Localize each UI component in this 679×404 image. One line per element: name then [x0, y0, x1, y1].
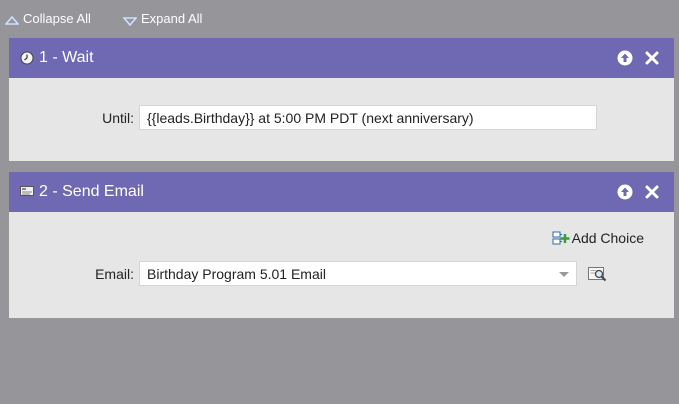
- move-up-icon[interactable]: [617, 50, 633, 66]
- preview-icon[interactable]: [588, 266, 608, 282]
- close-icon[interactable]: [644, 50, 660, 66]
- flow-step-send-email: 2 - Send Email Add Choice Email: Birthda…: [9, 172, 674, 318]
- expand-all-label: Expand All: [141, 11, 203, 26]
- add-choice-button[interactable]: Add Choice: [552, 227, 644, 249]
- until-row: Until: {{leads.Birthday}} at 5:00 PM PDT…: [9, 105, 597, 130]
- expand-all-button[interactable]: Expand All: [122, 11, 203, 26]
- collapse-arrow-icon: [4, 14, 20, 25]
- email-icon: [20, 185, 34, 199]
- step-header[interactable]: 1 - Wait: [9, 38, 674, 78]
- step-title: 1 - Wait: [39, 49, 94, 66]
- add-choice-icon: [552, 231, 570, 245]
- step-title: 2 - Send Email: [39, 183, 144, 200]
- clock-icon: [20, 51, 34, 65]
- flow-step-wait: 1 - Wait Until: {{leads.Birthday}} at 5:…: [9, 38, 674, 161]
- collapse-all-button[interactable]: Collapse All: [4, 11, 91, 26]
- step-header[interactable]: 2 - Send Email: [9, 172, 674, 212]
- collapse-all-label: Collapse All: [23, 11, 91, 26]
- move-up-icon[interactable]: [617, 184, 633, 200]
- until-label: Until:: [102, 109, 134, 126]
- email-row: Email: Birthday Program 5.01 Email: [9, 261, 608, 286]
- until-field[interactable]: {{leads.Birthday}} at 5:00 PM PDT (next …: [139, 105, 597, 130]
- email-label: Email:: [95, 265, 134, 282]
- expand-arrow-icon: [122, 14, 138, 26]
- chevron-down-icon: [559, 272, 569, 277]
- close-icon[interactable]: [644, 184, 660, 200]
- flow-toolbar: Collapse All Expand All: [0, 0, 679, 36]
- email-select-value: Birthday Program 5.01 Email: [147, 266, 326, 282]
- email-select[interactable]: Birthday Program 5.01 Email: [139, 261, 577, 286]
- add-choice-label: Add Choice: [571, 230, 644, 246]
